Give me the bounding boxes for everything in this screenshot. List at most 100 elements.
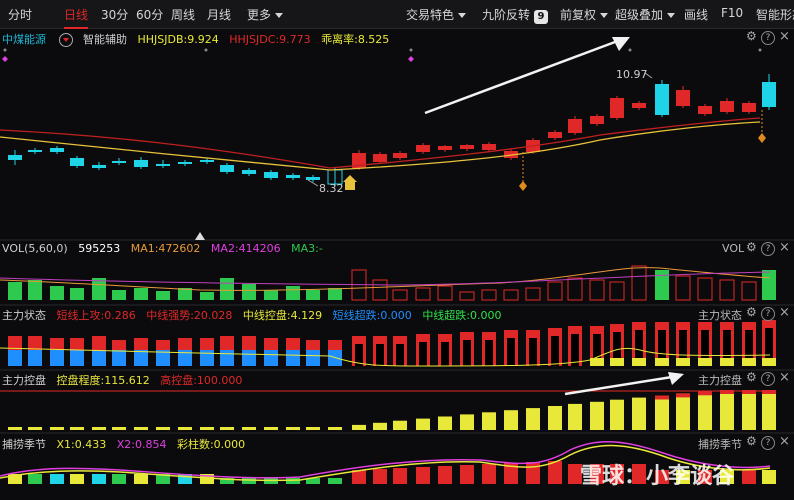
- fishing-bar: [393, 468, 407, 484]
- control-bar: [50, 427, 64, 430]
- control-bar: [504, 410, 518, 430]
- control-bar: [112, 427, 126, 430]
- vol-ma2-line: [0, 271, 771, 286]
- control-bar: [460, 414, 474, 430]
- volume-bar: [741, 281, 757, 301]
- control-bar: [220, 427, 234, 430]
- settings-icon[interactable]: ⚙: [746, 370, 757, 384]
- candle: [352, 150, 366, 170]
- control-bar: [655, 395, 669, 430]
- control-bar: [526, 408, 540, 430]
- help-icon[interactable]: ?: [761, 307, 775, 321]
- close-icon[interactable]: ×: [779, 305, 790, 320]
- candle: [156, 160, 170, 168]
- control-bar: [438, 416, 452, 430]
- volume-bar: [415, 287, 431, 301]
- settings-icon[interactable]: ⚙: [746, 240, 757, 254]
- help-icon[interactable]: ?: [761, 436, 775, 450]
- fishing-bar: [134, 474, 148, 484]
- volume-bar: [372, 279, 388, 301]
- volume-bar: [437, 285, 453, 301]
- state-bar: [156, 340, 170, 366]
- candle: [8, 150, 22, 165]
- control-bar: [632, 397, 646, 430]
- state-bar: [568, 326, 582, 366]
- volume-bar: [719, 279, 735, 301]
- volume-bar: [459, 291, 475, 301]
- state-bar: [590, 326, 604, 366]
- volume-bar: [675, 275, 691, 301]
- candle: [720, 98, 734, 114]
- candle: [134, 157, 148, 169]
- volume-bar: [631, 265, 647, 301]
- control-bar: [70, 427, 84, 430]
- vol-ma2: MA2:414206: [210, 242, 281, 255]
- candle: [568, 116, 582, 135]
- state-bar: [220, 336, 234, 366]
- control-bar: [568, 403, 582, 430]
- state-bar: [28, 336, 42, 366]
- candle: [676, 86, 690, 108]
- candle: [416, 143, 430, 154]
- vol-ma3: MA3:-: [291, 242, 323, 255]
- vol-right-title: VOL: [722, 242, 745, 255]
- control-bar: [8, 427, 22, 430]
- help-icon[interactable]: ?: [761, 372, 775, 386]
- volume-bar: [70, 288, 84, 300]
- control-bar: [482, 412, 496, 430]
- control-bar: [720, 390, 734, 430]
- candle: [92, 162, 106, 170]
- settings-icon[interactable]: ⚙: [746, 434, 757, 448]
- help-icon[interactable]: ?: [761, 242, 775, 256]
- candle: [28, 148, 42, 154]
- fishing-title: 捕捞季节: [2, 438, 46, 451]
- candle: [178, 160, 192, 166]
- candle: [548, 130, 562, 140]
- control-bar: [416, 418, 430, 430]
- control-title: 主力控盘: [2, 374, 46, 387]
- candle: [590, 114, 604, 126]
- control-item-1: 高控盘:100.000: [160, 374, 243, 387]
- candle: [112, 158, 126, 165]
- control-bar: [328, 427, 342, 430]
- volume-bar: [392, 289, 408, 301]
- state-bar: [548, 328, 562, 366]
- state-bar: [632, 322, 646, 366]
- state-bar: [762, 320, 776, 366]
- control-bar: [286, 427, 300, 430]
- close-icon[interactable]: ×: [779, 370, 790, 385]
- state-item-4: 中线超跌:0.000: [422, 309, 502, 322]
- volume-bar: [28, 280, 42, 300]
- volume-bar: [655, 270, 669, 300]
- close-icon[interactable]: ×: [779, 434, 790, 449]
- candle: [742, 101, 756, 114]
- candle: [373, 152, 387, 164]
- state-bar: [526, 330, 540, 366]
- control-bar: [28, 427, 42, 430]
- fishing-bar: [438, 466, 452, 484]
- volume-bar: [525, 287, 541, 301]
- control-bar: [742, 390, 756, 430]
- fishing-bar: [762, 470, 776, 484]
- state-bar: [112, 340, 126, 366]
- fishing-bar: [112, 474, 126, 484]
- settings-icon[interactable]: ⚙: [746, 305, 757, 319]
- close-icon[interactable]: ×: [779, 240, 790, 255]
- state-bar: [373, 336, 387, 366]
- candle: [50, 146, 64, 154]
- fishing-bar: [328, 478, 342, 484]
- candle: [70, 156, 84, 168]
- state-item-1: 中线强势:20.028: [146, 309, 233, 322]
- volume-bar: [242, 284, 256, 300]
- volume-bar: [481, 289, 497, 301]
- candle: [438, 145, 452, 152]
- volume-bar: [503, 289, 519, 301]
- state-item-3: 短线超跌:0.000: [332, 309, 412, 322]
- volume-bar: [328, 288, 342, 300]
- state-panel-header: 主力状态 短线上攻:0.286 中线强势:20.028 中线控盘:4.129 短…: [0, 307, 509, 323]
- state-title: 主力状态: [2, 309, 46, 322]
- vol-ma1-line: [0, 267, 771, 291]
- state-bar: [352, 336, 366, 366]
- control-bar: [393, 420, 407, 430]
- fishing-item-1: X2:0.854: [116, 438, 167, 451]
